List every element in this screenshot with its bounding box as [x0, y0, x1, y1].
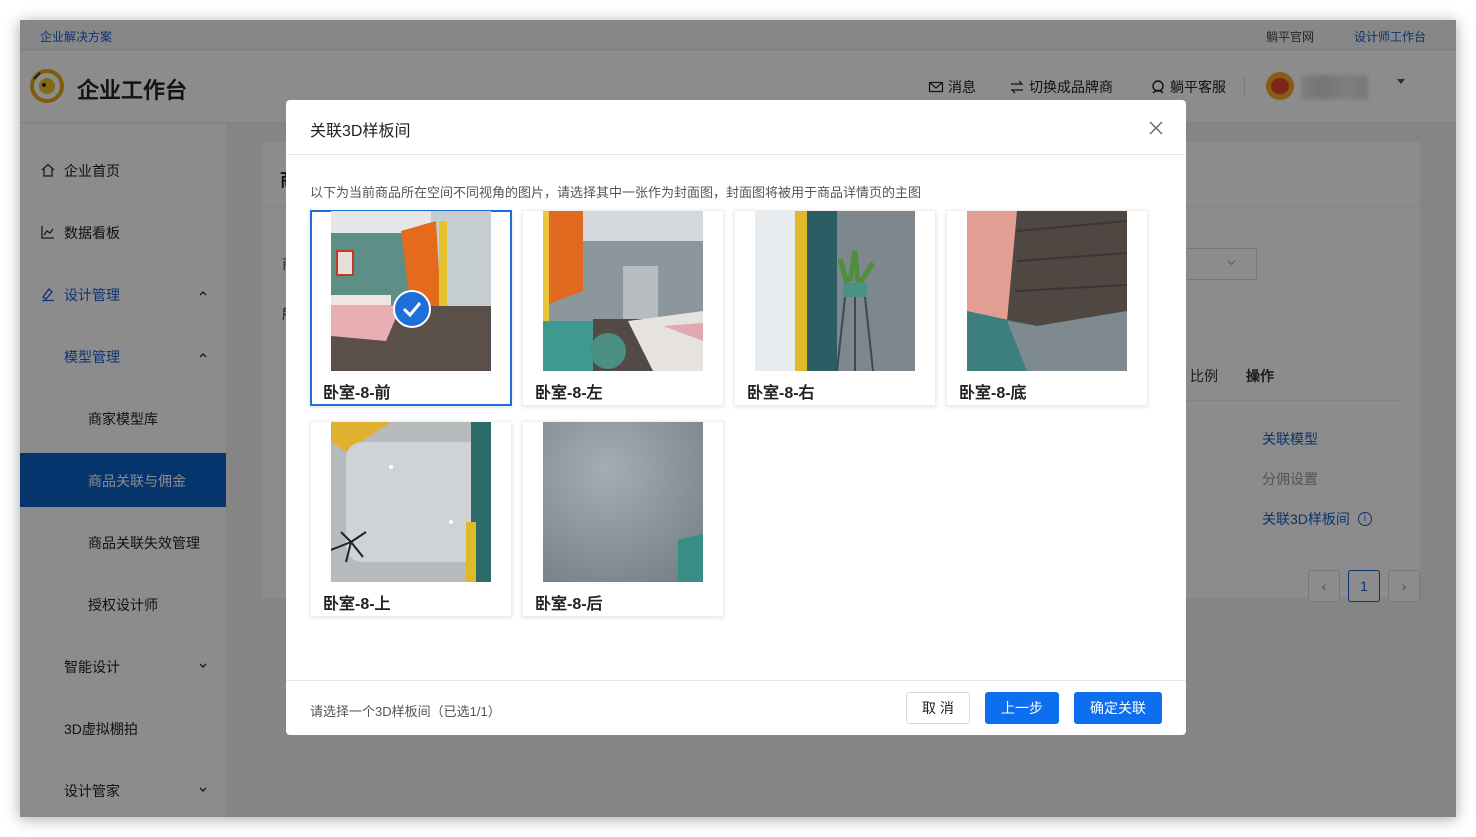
room-view-thumbnail — [331, 422, 491, 582]
selected-check-icon — [393, 290, 431, 328]
room-view-card[interactable]: 卧室-8-后 — [522, 421, 724, 617]
room-view-label: 卧室-8-后 — [535, 596, 603, 613]
modal-footer-divider — [286, 680, 1186, 681]
room-view-thumbnail — [543, 422, 703, 582]
modal-title: 关联3D样板间 — [310, 123, 411, 140]
room-view-card[interactable]: 卧室-8-右 — [734, 210, 936, 406]
modal-description: 以下为当前商品所在空间不同视角的图片，请选择其中一张作为封面图，封面图将被用于商… — [310, 185, 922, 200]
room-view-thumbnail — [755, 211, 915, 371]
previous-step-button[interactable]: 上一步 — [985, 692, 1059, 724]
room-view-label: 卧室-8-右 — [747, 385, 815, 402]
room-view-thumbnail — [543, 211, 703, 371]
selection-status: 请选择一个3D样板间（已选1/1） — [310, 704, 501, 719]
link-3d-room-modal: 关联3D样板间 以下为当前商品所在空间不同视角的图片，请选择其中一张作为封面图，… — [286, 100, 1186, 735]
room-view-label: 卧室-8-左 — [535, 385, 603, 402]
room-view-card[interactable]: 卧室-8-左 — [522, 210, 724, 406]
room-view-label: 卧室-8-底 — [959, 385, 1027, 402]
room-view-card[interactable]: 卧室-8-底 — [946, 210, 1148, 406]
cancel-button[interactable]: 取 消 — [906, 692, 970, 724]
room-view-label: 卧室-8-前 — [323, 385, 391, 402]
close-icon[interactable] — [1148, 120, 1164, 136]
room-view-card[interactable]: 卧室-8-上 — [310, 421, 512, 617]
room-view-card[interactable]: 卧室-8-前 — [310, 210, 512, 406]
modal-header-divider — [286, 154, 1186, 155]
room-view-thumbnail — [967, 211, 1127, 371]
room-view-label: 卧室-8-上 — [323, 596, 391, 613]
confirm-link-button[interactable]: 确定关联 — [1074, 692, 1162, 724]
